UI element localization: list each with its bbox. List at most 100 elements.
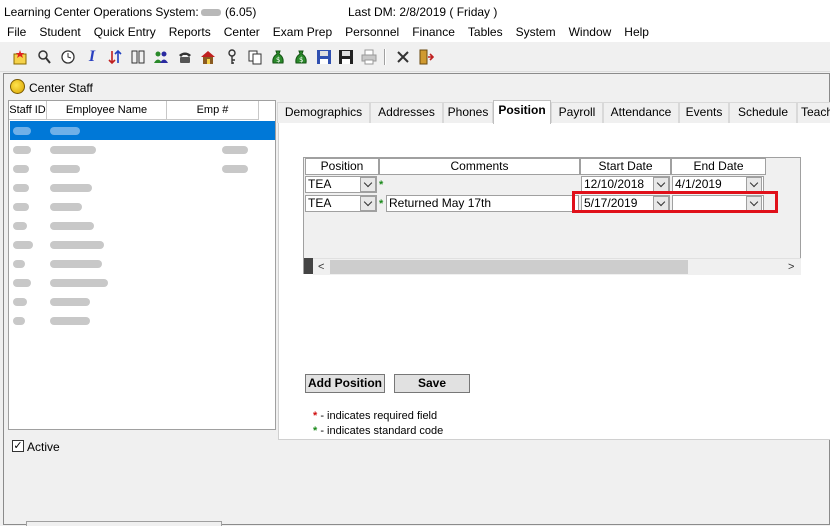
exit-icon[interactable] xyxy=(417,48,435,66)
menu-file[interactable]: File xyxy=(0,25,32,39)
staff-list[interactable]: Staff ID Employee Name Emp # xyxy=(8,100,276,430)
copy-icon[interactable] xyxy=(246,48,264,66)
emp-number-column-header[interactable]: Emp # xyxy=(167,101,259,120)
redacted-staff-id xyxy=(13,260,25,268)
svg-text:$: $ xyxy=(299,56,303,64)
menu-reports[interactable]: Reports xyxy=(162,25,217,39)
tab-addresses[interactable]: Addresses xyxy=(370,102,443,123)
redacted-staff-id xyxy=(13,241,33,249)
tab-schedule[interactable]: Schedule xyxy=(729,102,797,123)
redacted-employee-name xyxy=(50,241,104,249)
phone-icon[interactable] xyxy=(176,48,194,66)
menu-quick-entry[interactable]: Quick Entry xyxy=(87,25,162,39)
center-staff-title-bar: Center Staff xyxy=(4,77,830,97)
menu-system[interactable]: System xyxy=(509,25,562,39)
window-title: Center Staff xyxy=(29,81,93,95)
house-icon[interactable] xyxy=(199,48,217,66)
toolbar: I $ $ xyxy=(0,43,830,72)
save-close-icon[interactable] xyxy=(337,48,355,66)
tab-attendance[interactable]: Attendance xyxy=(603,102,679,123)
search-person-icon[interactable] xyxy=(35,48,53,66)
tab-events[interactable]: Events xyxy=(679,102,729,123)
menu-personnel[interactable]: Personnel xyxy=(338,25,405,39)
end-date-column-header[interactable]: End Date xyxy=(671,158,766,175)
tab-position[interactable]: Position xyxy=(493,100,551,124)
staff-list-row[interactable] xyxy=(10,121,275,140)
tab-payroll[interactable]: Payroll xyxy=(551,102,603,123)
employee-name-column-header[interactable]: Employee Name xyxy=(47,101,167,120)
staff-list-row[interactable] xyxy=(10,311,275,330)
position-column-header[interactable]: Position xyxy=(305,158,379,175)
staff-id-column-header[interactable]: Staff ID xyxy=(9,101,47,120)
book-icon[interactable] xyxy=(129,48,147,66)
scroll-right-button[interactable]: > xyxy=(788,261,794,273)
chevron-down-icon[interactable] xyxy=(653,177,669,192)
add-position-button[interactable]: Add Position xyxy=(305,374,385,393)
standard-code-star: * xyxy=(379,179,384,191)
menu-window[interactable]: Window xyxy=(562,25,618,39)
redacted-staff-id xyxy=(13,184,29,192)
delete-icon[interactable] xyxy=(394,48,412,66)
menu-finance[interactable]: Finance xyxy=(405,25,461,39)
tab-demographics[interactable]: Demographics xyxy=(277,102,370,123)
new-record-icon[interactable] xyxy=(11,48,29,66)
transfer-icon[interactable] xyxy=(106,48,124,66)
required-field-legend: * - indicates required field xyxy=(313,410,437,422)
redacted-staff-id xyxy=(13,298,27,306)
menu-tables[interactable]: Tables xyxy=(461,25,509,39)
chevron-down-icon[interactable] xyxy=(360,177,376,192)
menu-student[interactable]: Student xyxy=(32,25,86,39)
staff-list-row[interactable] xyxy=(10,216,275,235)
standard-code-star: * xyxy=(379,198,384,210)
app-logo-icon xyxy=(10,79,25,94)
redacted-staff-id xyxy=(13,165,29,173)
staff-list-row[interactable] xyxy=(10,235,275,254)
tab-teach[interactable]: Teach xyxy=(797,102,830,123)
print-icon[interactable] xyxy=(360,48,378,66)
money-bag-icon[interactable]: $ xyxy=(269,48,287,66)
staff-list-row[interactable] xyxy=(10,197,275,216)
staff-list-row[interactable] xyxy=(10,140,275,159)
redacted-employee-name xyxy=(50,184,92,192)
staff-list-row[interactable] xyxy=(10,178,275,197)
staff-list-row[interactable] xyxy=(10,273,275,292)
redacted-staff-id xyxy=(13,317,25,325)
people-icon[interactable] xyxy=(152,48,170,66)
money-bag-icon-2[interactable]: $ xyxy=(292,48,310,66)
redacted-staff-id xyxy=(13,127,31,135)
redacted-emp-number xyxy=(222,165,248,173)
menu-exam-prep[interactable]: Exam Prep xyxy=(266,25,338,39)
comment-field[interactable]: Returned May 17th xyxy=(386,195,579,212)
save-icon[interactable] xyxy=(315,48,333,66)
active-checkbox[interactable]: ✓ xyxy=(12,440,24,452)
scrollbar-thumb[interactable] xyxy=(330,260,688,274)
clock-icon[interactable] xyxy=(59,48,77,66)
staff-list-row[interactable] xyxy=(10,292,275,311)
staff-list-row[interactable] xyxy=(10,159,275,178)
horizontal-scrollbar[interactable]: < > xyxy=(313,258,801,275)
row-selector-strip xyxy=(304,258,313,274)
start-date-column-header[interactable]: Start Date xyxy=(580,158,671,175)
key-icon[interactable] xyxy=(223,48,241,66)
tab-phones[interactable]: Phones xyxy=(443,102,493,123)
redacted-employee-name xyxy=(50,222,94,230)
scroll-left-button[interactable]: < xyxy=(318,261,324,273)
chevron-down-icon[interactable] xyxy=(360,196,376,211)
redacted-employee-name xyxy=(50,279,108,287)
chevron-down-icon[interactable] xyxy=(746,177,762,192)
redacted-employee-name xyxy=(50,317,90,325)
redacted-employee-name xyxy=(50,127,80,135)
redacted-center-name xyxy=(201,9,221,16)
toolbar-separator xyxy=(384,49,386,65)
comment-field[interactable] xyxy=(386,176,579,193)
app-title: Learning Center Operations System: xyxy=(4,5,199,19)
menu-center[interactable]: Center xyxy=(217,25,266,39)
italic-info-icon[interactable]: I xyxy=(83,48,101,66)
save-button[interactable]: Save xyxy=(394,374,470,393)
app-title-bar: Learning Center Operations System: (6.05… xyxy=(0,0,830,22)
highlight-annotation-box xyxy=(572,191,778,213)
staff-list-row[interactable] xyxy=(10,254,275,273)
redacted-employee-name xyxy=(50,203,82,211)
menu-help[interactable]: Help xyxy=(617,25,655,39)
comments-column-header[interactable]: Comments xyxy=(379,158,580,175)
